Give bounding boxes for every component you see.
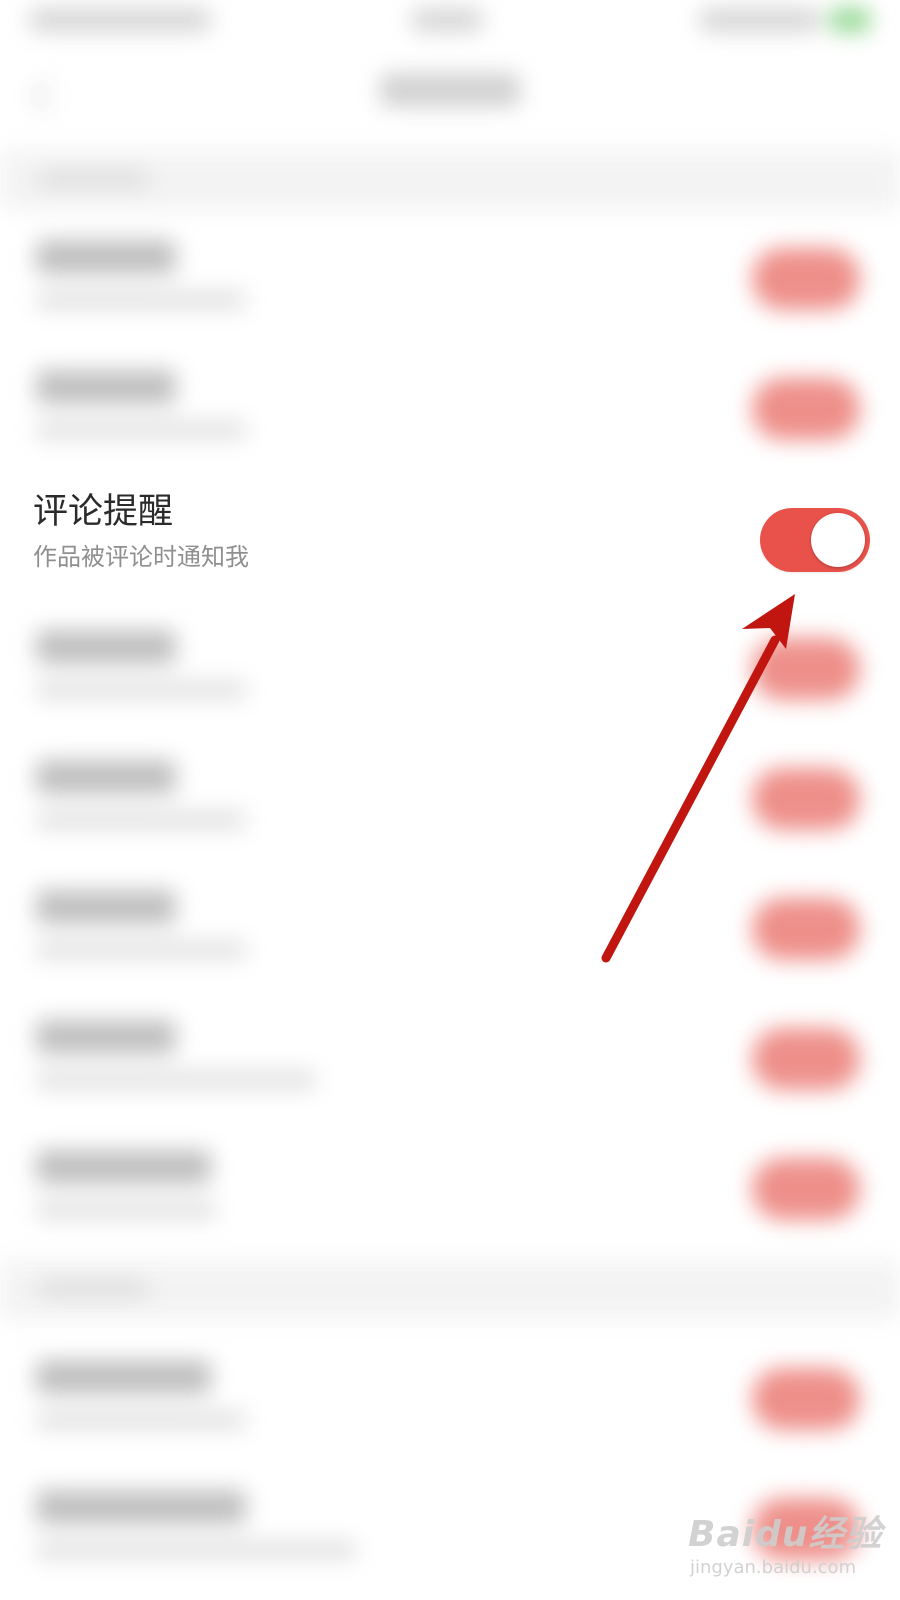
setting-row — [0, 210, 900, 340]
setting-subtitle — [36, 940, 246, 960]
watermark-logo: Baidu经验 — [688, 1514, 883, 1555]
setting-toggle[interactable] — [752, 378, 860, 440]
setting-toggle[interactable] — [752, 248, 860, 310]
battery-icon — [830, 8, 870, 32]
setting-subtitle — [36, 420, 246, 440]
status-carrier — [412, 8, 482, 32]
nav-title — [380, 73, 520, 107]
toggle-knob — [811, 513, 865, 567]
section-header-label — [38, 170, 148, 188]
nav-bar — [0, 55, 900, 155]
setting-subtitle — [36, 290, 246, 310]
setting-subtitle — [36, 1070, 316, 1090]
setting-row — [0, 1330, 900, 1460]
setting-title — [36, 890, 176, 924]
setting-subtitle — [36, 1410, 246, 1430]
setting-row — [0, 990, 900, 1120]
setting-title — [36, 1020, 176, 1054]
setting-toggle[interactable] — [752, 768, 860, 830]
setting-row — [0, 730, 900, 860]
settings-screen: 评论提醒 作品被评论时通知我 Baidu经验 jingyan.baidu.com — [0, 0, 900, 1600]
setting-title — [36, 370, 176, 404]
setting-title — [36, 1150, 211, 1184]
setting-row — [0, 340, 900, 470]
setting-subtitle — [36, 1540, 356, 1560]
setting-subtitle — [36, 810, 246, 830]
setting-row — [0, 1120, 900, 1250]
setting-title — [36, 1360, 211, 1394]
back-arrow-icon[interactable] — [30, 77, 68, 115]
status-bar — [0, 0, 900, 50]
setting-toggle[interactable] — [752, 638, 860, 700]
section-header — [0, 150, 900, 210]
comment-reminder-row: 评论提醒 作品被评论时通知我 — [0, 468, 900, 600]
setting-toggle[interactable] — [752, 1028, 860, 1090]
setting-title — [36, 760, 176, 794]
setting-toggle[interactable] — [752, 1158, 860, 1220]
setting-toggle[interactable] — [752, 1368, 860, 1430]
setting-subtitle — [36, 680, 246, 700]
setting-subtitle — [36, 1200, 216, 1220]
section-header-label — [38, 1280, 148, 1298]
setting-row — [0, 600, 900, 730]
blurred-background — [0, 0, 900, 1600]
comment-reminder-subtitle: 作品被评论时通知我 — [33, 543, 249, 571]
comment-reminder-title: 评论提醒 — [33, 492, 174, 532]
watermark-url: jingyan.baidu.com — [690, 1557, 857, 1578]
setting-title — [36, 1490, 246, 1524]
section-header — [0, 1260, 900, 1320]
setting-toggle[interactable] — [752, 898, 860, 960]
status-time — [30, 8, 210, 32]
setting-row — [0, 860, 900, 990]
setting-title — [36, 240, 176, 274]
baidu-watermark: Baidu经验 jingyan.baidu.com — [688, 1505, 888, 1585]
status-indicators — [700, 8, 820, 32]
comment-reminder-toggle[interactable] — [760, 508, 870, 572]
setting-title — [36, 630, 176, 664]
